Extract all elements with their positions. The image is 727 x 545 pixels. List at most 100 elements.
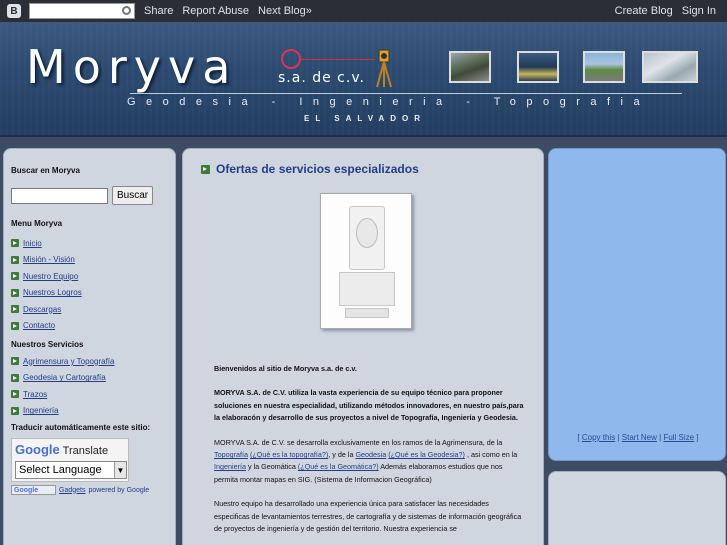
instrument-lens: [356, 218, 378, 248]
arrow-icon: [11, 272, 19, 281]
menu-link-mision[interactable]: Misión - Visión: [23, 255, 75, 264]
menu-link-logros[interactable]: Nuestros Logros: [23, 288, 82, 297]
blog-header: Moryva s.a. de c.v. Geodesia - Ingenieri…: [0, 22, 727, 137]
search-widget-title: Buscar en Moryva: [11, 166, 80, 175]
que-es-geomatica-link[interactable]: (¿Qué es la Geomática?): [298, 462, 379, 471]
welcome-paragraph: Bienvenidos al sitio de Moryva s.a. de c…: [214, 364, 357, 373]
sidebar-search-input[interactable]: [11, 187, 108, 204]
menu-link-equipo[interactable]: Nuestro Equipo: [23, 272, 78, 281]
service-link-ingenieria[interactable]: Ingeniería: [23, 406, 59, 415]
arrow-icon: [11, 288, 19, 297]
post-title-text[interactable]: Ofertas de servicios especializados: [216, 162, 419, 176]
post-title[interactable]: Ofertas de servicios especializados: [201, 162, 419, 176]
language-select-value: Select Language: [19, 464, 102, 476]
blog-title[interactable]: Moryva: [26, 40, 237, 94]
experience-paragraph: Nuestro equipo ha desarrollado una exper…: [214, 499, 522, 534]
services-paragraph: MORYVA S.A. de C.V. se desarrolla exclus…: [214, 437, 524, 487]
list-item[interactable]: Misión - Visión: [11, 252, 168, 269]
intro-paragraph: MORYVA S.A. de C.V. utiliza la vasta exp…: [214, 388, 524, 423]
crosshair-icon: [281, 49, 301, 69]
geodesia-link[interactable]: Geodesia: [355, 450, 386, 459]
list-item[interactable]: Trazos: [11, 386, 168, 403]
service-link-agrimensura[interactable]: Agrimensura y Topografía: [23, 357, 114, 366]
create-blog-link[interactable]: Create Blog: [615, 5, 673, 17]
que-es-topografia-link[interactable]: (¿Qué es la topografía?): [250, 450, 328, 459]
list-item[interactable]: Agrimensura y Topografía: [11, 353, 168, 370]
start-new-link[interactable]: Start New: [622, 433, 657, 442]
language-select[interactable]: Select Language ▼: [15, 461, 127, 479]
topografia-link[interactable]: Topografía: [214, 450, 248, 459]
menu-link-descargas[interactable]: Descargas: [23, 305, 61, 314]
powered-by-text: powered by Google: [88, 486, 150, 494]
header-divider: [130, 93, 682, 94]
service-link-trazos[interactable]: Trazos: [23, 390, 47, 399]
chevron-down-icon[interactable]: ▼: [114, 462, 126, 478]
gadgets-link[interactable]: Gadgets: [59, 487, 85, 494]
right-widget-2: [548, 471, 726, 545]
separator: |: [659, 433, 662, 442]
arrow-icon: [11, 305, 19, 314]
next-blog-link[interactable]: Next Blog»: [258, 5, 312, 17]
widget-links: [ Copy this | Start New | Full Size ]: [549, 433, 727, 442]
arrow-icon: [11, 406, 19, 415]
service-link-geodesia[interactable]: Geodesia y Cartografía: [23, 373, 106, 382]
arrow-icon: [11, 255, 19, 264]
header-photo-interchange: [642, 51, 698, 83]
services-list: Agrimensura y Topografía Geodesia y Cart…: [11, 353, 168, 419]
sign-in-link[interactable]: Sign In: [682, 5, 716, 17]
blog-tagline: Geodesia - Ingenieria - Topografia: [127, 96, 651, 108]
google-gadgets-logo[interactable]: Google: [11, 485, 56, 495]
header-photo-road: [449, 51, 491, 83]
blog-subtitle: s.a. de c.v.: [278, 70, 365, 86]
right-widget: [ Copy this | Start New | Full Size ]: [548, 148, 726, 461]
left-sidebar: Buscar en Moryva Buscar Menu Moryva Inic…: [3, 148, 176, 545]
arrow-icon: [11, 390, 19, 399]
arrow-icon: [11, 321, 19, 330]
search-button[interactable]: Buscar: [112, 186, 154, 205]
search-icon[interactable]: [122, 6, 131, 15]
translate-widget-title: Traducir automáticamente este sitio:: [11, 423, 151, 432]
gadgets-footer: Google Gadgets powered by Google: [11, 485, 168, 495]
ingenieria-link[interactable]: Ingeniería: [214, 462, 246, 471]
arrow-icon: [11, 373, 19, 382]
translate-label: Translate: [62, 445, 109, 457]
text-span: y la Geomática: [245, 462, 298, 472]
search-widget: Buscar: [11, 186, 168, 205]
laser-line: [300, 59, 375, 60]
arrow-icon: [11, 239, 19, 248]
bracket: ]: [696, 433, 699, 442]
full-size-link[interactable]: Full Size: [663, 433, 694, 442]
blogger-logo-icon[interactable]: B: [7, 4, 21, 18]
list-item[interactable]: Inicio: [11, 235, 168, 252]
text-span: , asi como en la: [464, 450, 518, 460]
share-link[interactable]: Share: [144, 5, 173, 17]
text-span: MORYVA S.A. de C.V. se desarrolla exclus…: [214, 437, 503, 447]
header-photo-highway: [583, 51, 625, 83]
report-abuse-link[interactable]: Report Abuse: [182, 5, 249, 17]
main-column: Ofertas de servicios especializados Bien…: [182, 148, 544, 545]
text-span: , y de la: [328, 450, 356, 460]
google-wordmark: Google: [15, 442, 60, 457]
navbar-search-input[interactable]: [29, 3, 135, 19]
menu-widget-title: Menu Moryva: [11, 219, 63, 228]
menu-list: Inicio Misión - Visión Nuestro Equipo Nu…: [11, 235, 168, 334]
list-item[interactable]: Nuestros Logros: [11, 285, 168, 302]
list-item[interactable]: Nuestro Equipo: [11, 268, 168, 285]
menu-link-contacto[interactable]: Contacto: [23, 321, 55, 330]
bracket: [: [577, 433, 580, 442]
list-item[interactable]: Contacto: [11, 318, 168, 335]
que-es-geodesia-link[interactable]: (¿Qué es la Geodesia?): [388, 450, 465, 459]
header-photo-night: [517, 51, 559, 83]
list-item[interactable]: Ingeniería: [11, 403, 168, 420]
separator: |: [617, 433, 620, 442]
instrument-base: [339, 272, 395, 306]
list-item[interactable]: Geodesia y Cartografía: [11, 370, 168, 387]
menu-link-inicio[interactable]: Inicio: [23, 239, 42, 248]
services-widget-title: Nuestros Servicios: [11, 340, 84, 349]
blogger-navbar: B Share Report Abuse Next Blog» Create B…: [0, 0, 727, 22]
total-station-icon: [376, 49, 392, 88]
total-station-image: [320, 193, 412, 329]
copy-this-link[interactable]: Copy this: [582, 433, 615, 442]
list-item[interactable]: Descargas: [11, 301, 168, 318]
google-translate-widget: Google Translate Select Language ▼: [11, 438, 129, 482]
